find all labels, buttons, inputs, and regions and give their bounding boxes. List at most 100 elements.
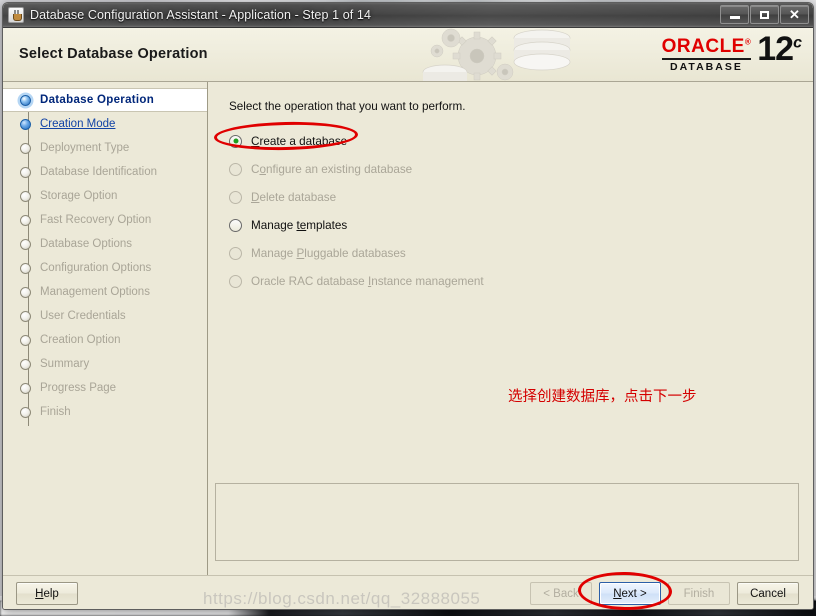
button-bar: Help < Back Next > Finish Cancel — [3, 575, 813, 609]
oracle-brand-text: ORACLE® — [661, 36, 752, 57]
wizard-step-sidebar: Database Operation Creation Mode Deploym… — [3, 82, 208, 575]
step-marker-icon — [20, 358, 31, 370]
sidebar-item-label: Fast Recovery Option — [40, 214, 152, 226]
radio-manage-pluggable-databases: Manage Pluggable databases — [226, 239, 799, 267]
sidebar-item-label: Creation Mode — [40, 118, 116, 130]
radio-label: Manage Pluggable databases — [251, 246, 406, 260]
radio-delete-database: Delete database — [226, 183, 799, 211]
message-panel — [215, 483, 799, 561]
close-icon: ✕ — [789, 7, 800, 22]
step-marker-icon — [20, 262, 31, 274]
window-controls: ✕ — [720, 5, 809, 24]
step-marker-icon — [20, 142, 31, 154]
instruction-text: Select the operation that you want to pe… — [229, 100, 466, 113]
radio-configure-an-existing-database: Configure an existing database — [226, 155, 799, 183]
radio-button-icon — [229, 190, 242, 204]
step-marker-icon — [20, 286, 31, 298]
page-banner: Select Database Operation ORACLE® DATABA… — [3, 28, 813, 82]
sidebar-item-database-options: Database Options — [3, 232, 207, 256]
step-marker-icon — [20, 310, 31, 322]
help-button-wrapper: Help — [16, 582, 78, 605]
wizard-step-list: Database Operation Creation Mode Deploym… — [3, 88, 207, 426]
title-bar[interactable]: Database Configuration Assistant - Appli… — [3, 3, 813, 28]
sidebar-item-label: Database Operation — [40, 94, 155, 106]
logo-divider — [661, 58, 752, 60]
sidebar-item-label: Database Options — [40, 238, 133, 250]
sidebar-item-storage-option: Storage Option — [3, 184, 207, 208]
radio-label: Oracle RAC database Instance management — [251, 274, 484, 288]
sidebar-item-label: Progress Page — [40, 382, 117, 394]
step-marker-icon — [20, 406, 31, 418]
step-marker-icon — [20, 94, 31, 106]
sidebar-item-label: User Credentials — [40, 310, 126, 322]
trademark-icon: ® — [744, 37, 752, 47]
oracle-version: 12c — [757, 30, 802, 68]
minimize-button[interactable] — [720, 5, 749, 24]
cancel-button-label: Cancel — [750, 587, 786, 600]
radio-button-icon — [229, 274, 242, 288]
maximize-button[interactable] — [750, 5, 779, 24]
sidebar-item-progress-page: Progress Page — [3, 376, 207, 400]
sidebar-item-label: Deployment Type — [40, 142, 130, 154]
step-marker-icon — [20, 214, 31, 226]
finish-button-label: Finish — [683, 587, 715, 600]
dbca-application-window: Database Configuration Assistant - Appli… — [2, 2, 814, 610]
sidebar-item-database-identification: Database Identification — [3, 160, 207, 184]
radio-manage-templates[interactable]: Manage templates — [226, 211, 799, 239]
next-button[interactable]: Next > — [599, 582, 661, 605]
radio-button-icon — [229, 162, 242, 176]
java-coffee-cup-icon — [8, 7, 24, 23]
sidebar-item-label: Summary — [40, 358, 90, 370]
gears-and-database-graphic — [422, 28, 571, 81]
sidebar-item-label: Finish — [40, 406, 71, 418]
navigation-buttons: < Back Next > Finish Cancel — [530, 582, 799, 605]
maximize-icon — [760, 10, 769, 19]
oracle-logo: ORACLE® DATABASE 12c — [661, 30, 802, 73]
sidebar-item-deployment-type: Deployment Type — [3, 136, 207, 160]
sidebar-item-label: Creation Option — [40, 334, 121, 346]
finish-button: Finish — [668, 582, 730, 605]
step-marker-icon — [20, 382, 31, 394]
sidebar-item-user-credentials: User Credentials — [3, 304, 207, 328]
help-button-label: Help — [35, 587, 59, 600]
radio-oracle-rac-instance-management: Oracle RAC database Instance management — [226, 267, 799, 295]
help-button[interactable]: Help — [16, 582, 78, 605]
main-panel: Select the operation that you want to pe… — [208, 82, 813, 575]
radio-button-icon — [229, 246, 242, 260]
step-marker-icon — [20, 190, 31, 202]
sidebar-item-creation-mode[interactable]: Creation Mode — [3, 112, 207, 136]
radio-create-a-database[interactable]: Create a database — [226, 127, 799, 155]
sidebar-item-summary: Summary — [3, 352, 207, 376]
sidebar-item-label: Storage Option — [40, 190, 118, 202]
sidebar-item-fast-recovery-option: Fast Recovery Option — [3, 208, 207, 232]
radio-button-icon[interactable] — [229, 134, 242, 148]
cancel-button[interactable]: Cancel — [737, 582, 799, 605]
radio-label: Delete database — [251, 190, 337, 204]
radio-button-icon[interactable] — [229, 218, 242, 232]
back-button: < Back — [530, 582, 592, 605]
step-marker-icon — [20, 334, 31, 346]
window-title: Database Configuration Assistant - Appli… — [30, 8, 372, 22]
radio-label: Manage templates — [251, 218, 348, 232]
chinese-annotation-text: 选择创建数据库，点击下一步 — [508, 389, 697, 405]
step-marker-icon — [20, 118, 31, 130]
radio-label: Create a database — [251, 134, 348, 148]
sidebar-item-finish: Finish — [3, 400, 207, 424]
back-button-label: < Back — [543, 587, 579, 600]
close-button[interactable]: ✕ — [780, 5, 809, 24]
sidebar-item-database-operation[interactable]: Database Operation — [3, 88, 207, 112]
oracle-product-text: DATABASE — [670, 61, 743, 73]
step-marker-icon — [20, 238, 31, 250]
sidebar-item-label: Configuration Options — [40, 262, 152, 274]
oracle-wordmark: ORACLE® DATABASE — [661, 34, 752, 73]
step-marker-icon — [20, 166, 31, 178]
next-button-label: Next > — [613, 587, 647, 600]
radio-label: Configure an existing database — [251, 162, 413, 176]
minimize-icon — [729, 16, 740, 19]
sidebar-item-management-options: Management Options — [3, 280, 207, 304]
content-area: Database Operation Creation Mode Deploym… — [3, 82, 813, 575]
sidebar-item-label: Database Identification — [40, 166, 157, 178]
sidebar-item-creation-option: Creation Option — [3, 328, 207, 352]
page-title: Select Database Operation — [19, 46, 208, 62]
sidebar-item-label: Management Options — [40, 286, 150, 298]
